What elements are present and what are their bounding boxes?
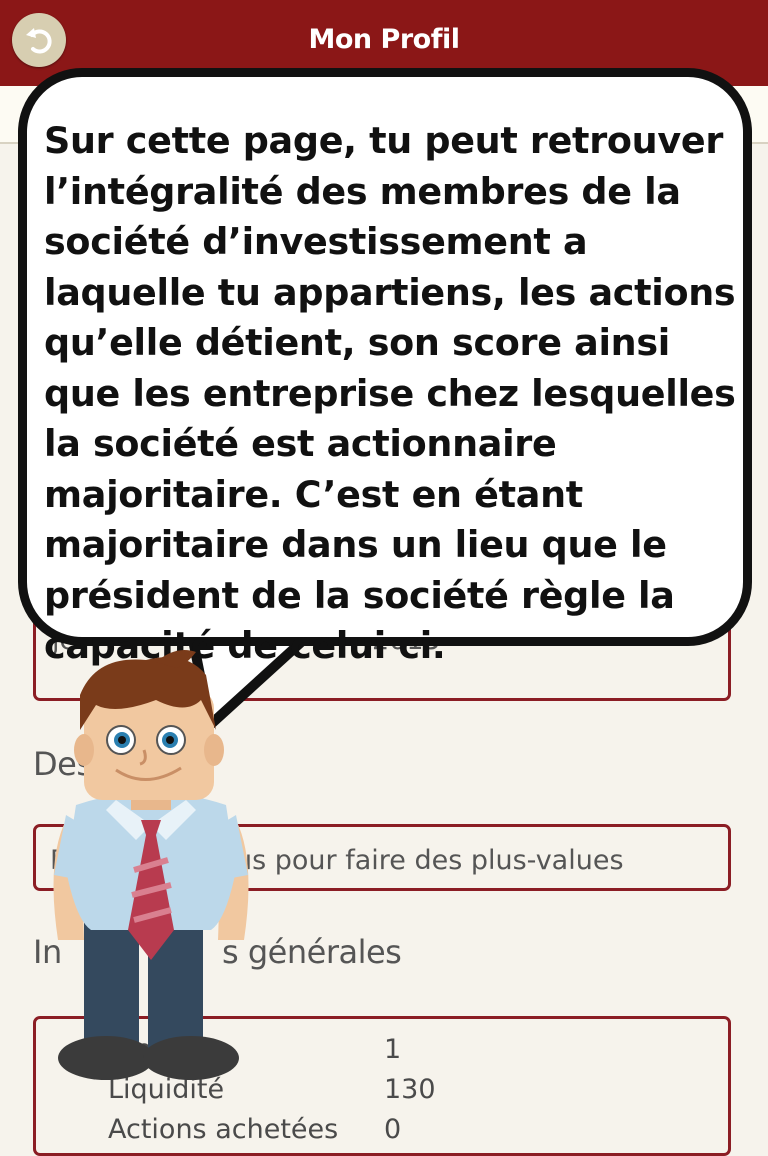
description-text-end: us pour faire des plus-values [235,845,624,876]
general-row-label: Actions achetées [108,1114,339,1145]
page-title: Mon Profil [308,24,460,55]
guide-character-icon [53,649,249,1080]
general-row-value: 130 [384,1074,436,1105]
general-row-value: 0 [384,1114,402,1145]
general-row-value: 1 [384,1034,402,1065]
tutorial-text: Sur cette page, tu peut retrouver l’inté… [44,119,736,667]
